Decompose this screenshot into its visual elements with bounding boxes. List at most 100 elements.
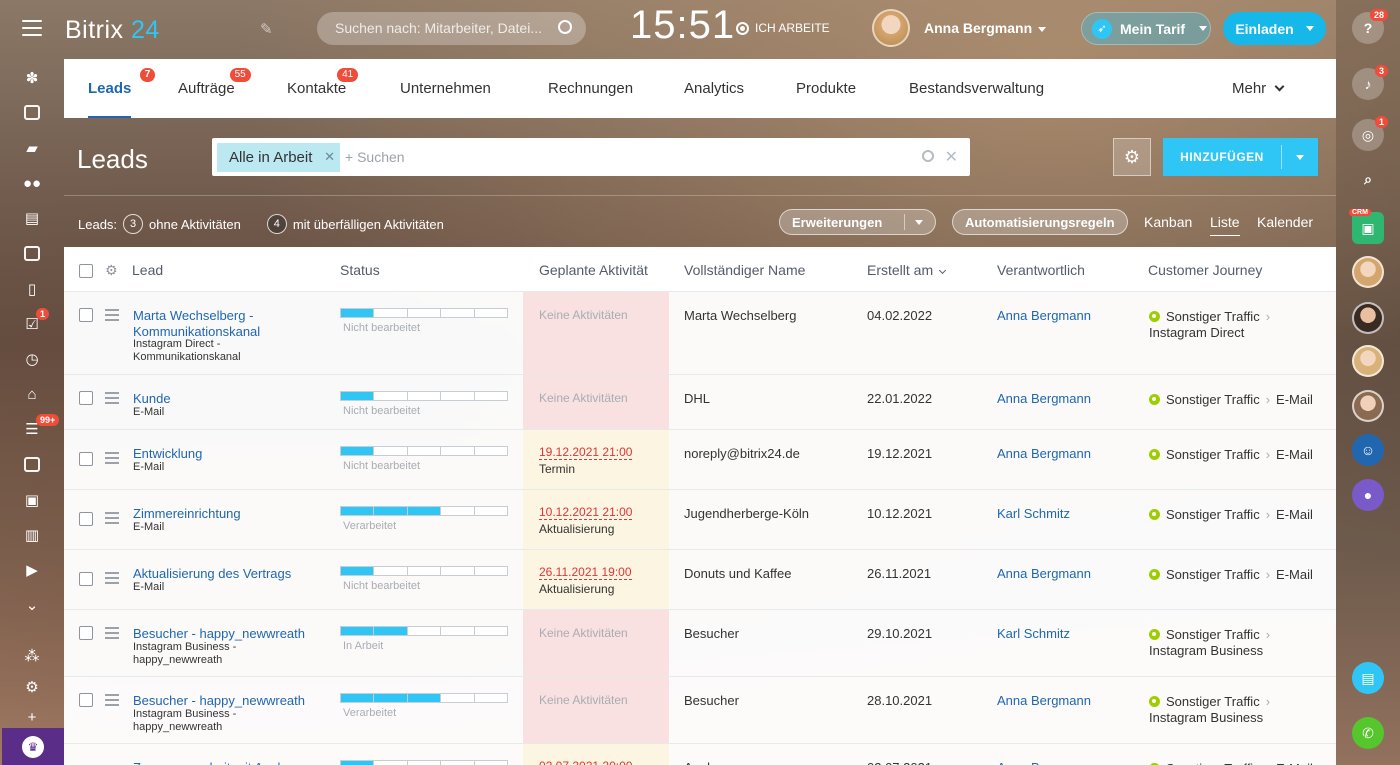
status-progress-bar[interactable] [340, 391, 508, 401]
tab-leads[interactable]: Leads 7 [88, 59, 156, 118]
lead-link[interactable]: Besucher - happy_newwreath [133, 626, 308, 642]
status-step[interactable] [407, 507, 442, 515]
search-button[interactable]: ⌕ [1352, 163, 1384, 195]
global-search-input[interactable]: Suchen nach: Mitarbeiter, Datei... [317, 12, 586, 45]
invite-button[interactable]: Einladen [1223, 12, 1326, 45]
drag-handle-icon[interactable] [105, 392, 119, 407]
status-step[interactable] [475, 567, 507, 575]
status-step[interactable] [408, 392, 442, 400]
extensions-button[interactable]: Erweiterungen [779, 209, 937, 235]
status-step[interactable] [374, 309, 408, 317]
count-no-activity[interactable]: 3 [123, 214, 144, 234]
sidebar-item-knowledge[interactable]: ▥ [0, 517, 64, 552]
activity-deadline[interactable]: 10.12.2021 21:00 [539, 505, 633, 520]
sidebar-item-tasks[interactable]: ☑ 1 [0, 306, 64, 341]
status-step[interactable] [441, 627, 475, 635]
filter-chip[interactable]: Alle in Arbeit ✕ [217, 143, 340, 172]
responsible-link[interactable]: Anna Bergmann [997, 446, 1091, 461]
contact-avatar-group[interactable] [1352, 390, 1384, 422]
row-checkbox[interactable] [79, 626, 93, 640]
add-dropdown-toggle[interactable] [1282, 154, 1318, 160]
sidebar-item-docs[interactable]: ▯ [0, 271, 64, 306]
activity-deadline[interactable]: 26.11.2021 19:00 [539, 565, 632, 580]
sitemap-button[interactable]: ⁂ [0, 640, 64, 671]
sidebar-item-contacts[interactable]: ▣ [0, 482, 64, 517]
responsible-link[interactable]: Anna Bergmann [997, 308, 1091, 323]
status-progress-bar[interactable] [340, 506, 508, 516]
column-activity[interactable]: Geplante Aktivität [539, 262, 648, 278]
status-step[interactable] [408, 627, 442, 635]
status-step[interactable] [341, 447, 375, 455]
status-step[interactable] [408, 447, 442, 455]
status-step[interactable] [408, 761, 442, 765]
filter-search-box[interactable]: Alle in Arbeit ✕ + Suchen ✕ [212, 138, 970, 176]
contact-avatar-3[interactable] [1352, 345, 1384, 377]
drag-handle-icon[interactable] [105, 572, 119, 587]
responsible-link[interactable]: Anna Bergmann [997, 566, 1091, 581]
activity-deadline[interactable]: 19.12.2021 21:00 [539, 445, 633, 460]
sidebar-item-news[interactable] [0, 95, 64, 130]
notifications-button[interactable]: ♪ 3 [1352, 65, 1388, 100]
sidebar-item-drive[interactable]: ▤ [0, 201, 64, 236]
automation-rules-button[interactable]: Automatisierungsregeln [952, 209, 1128, 235]
tab-companies[interactable]: Unternehmen [400, 59, 491, 118]
tab-contacts[interactable]: Kontakte 41 [287, 59, 359, 118]
status-step[interactable] [341, 567, 375, 575]
status-step[interactable] [441, 447, 475, 455]
select-all-checkbox[interactable] [79, 264, 93, 278]
lead-link[interactable]: Entwicklung [133, 446, 308, 462]
status-step[interactable] [475, 392, 507, 400]
status-step[interactable] [408, 309, 442, 317]
messenger-button[interactable]: ◎ 1 [1352, 116, 1388, 151]
grid-settings-button[interactable]: ⚙ [1113, 138, 1151, 176]
status-step[interactable] [341, 309, 375, 317]
logo[interactable]: Bitrix 24 [65, 16, 160, 45]
user-chat-button[interactable]: ● [1352, 479, 1384, 511]
search-icon[interactable] [558, 20, 572, 34]
status-step[interactable] [341, 694, 375, 702]
lead-link[interactable]: Kunde [133, 391, 308, 407]
user-menu[interactable]: Anna Bergmann [872, 9, 1047, 47]
work-status-button[interactable]: ICH ARBEITE [736, 21, 830, 35]
status-step[interactable] [475, 309, 507, 317]
row-checkbox[interactable] [79, 512, 93, 526]
status-step[interactable] [341, 627, 375, 635]
close-icon[interactable]: ✕ [324, 149, 335, 165]
contact-avatar-1[interactable] [1352, 256, 1384, 288]
sidebar-item-team[interactable]: ●● [0, 166, 64, 201]
status-step[interactable] [475, 694, 507, 702]
lead-link[interactable]: Marta Wechselberg - Kommunikationskanal [133, 308, 308, 340]
search-icon[interactable] [922, 150, 934, 162]
tariff-button[interactable]: ➶ Mein Tarif [1081, 12, 1211, 45]
view-kanban[interactable]: Kanban [1144, 214, 1192, 230]
tab-orders[interactable]: Aufträge 55 [178, 59, 251, 118]
responsible-link[interactable]: Anna Bergmann [997, 391, 1091, 406]
pencil-icon[interactable]: ✎ [260, 20, 273, 38]
tab-inventory[interactable]: Bestandsverwaltung [909, 59, 1044, 118]
column-full-name[interactable]: Vollständiger Name [684, 262, 805, 278]
view-calendar[interactable]: Kalender [1257, 214, 1313, 230]
sidebar-item-sites[interactable] [0, 447, 64, 482]
row-checkbox[interactable] [79, 693, 93, 707]
responsible-link[interactable]: Anna Bergmann [997, 760, 1091, 765]
sidebar-item-chat[interactable]: ▰ [0, 130, 64, 165]
status-step[interactable] [408, 567, 442, 575]
lead-link[interactable]: Zimmereinrichtung [133, 506, 308, 522]
group-chat-button[interactable]: ☺ [1352, 434, 1384, 466]
tab-invoices[interactable]: Rechnungen [548, 59, 633, 118]
help-button[interactable]: ? 28 [1352, 9, 1388, 44]
responsible-link[interactable]: Karl Schmitz [997, 626, 1070, 641]
status-progress-bar[interactable] [340, 760, 508, 765]
contact-avatar-2[interactable] [1352, 302, 1384, 334]
settings-button[interactable]: ⚙ [0, 671, 64, 702]
status-step[interactable] [374, 627, 408, 635]
status-step[interactable] [441, 761, 475, 765]
responsible-link[interactable]: Karl Schmitz [997, 506, 1070, 521]
drag-handle-icon[interactable] [105, 627, 119, 642]
drag-handle-icon[interactable] [105, 452, 119, 467]
status-step[interactable] [441, 507, 475, 515]
status-step[interactable] [374, 392, 408, 400]
gear-icon[interactable]: ⚙ [105, 262, 118, 279]
crm-chat-button[interactable]: ▣ [1352, 212, 1384, 244]
status-progress-bar[interactable] [340, 566, 508, 576]
